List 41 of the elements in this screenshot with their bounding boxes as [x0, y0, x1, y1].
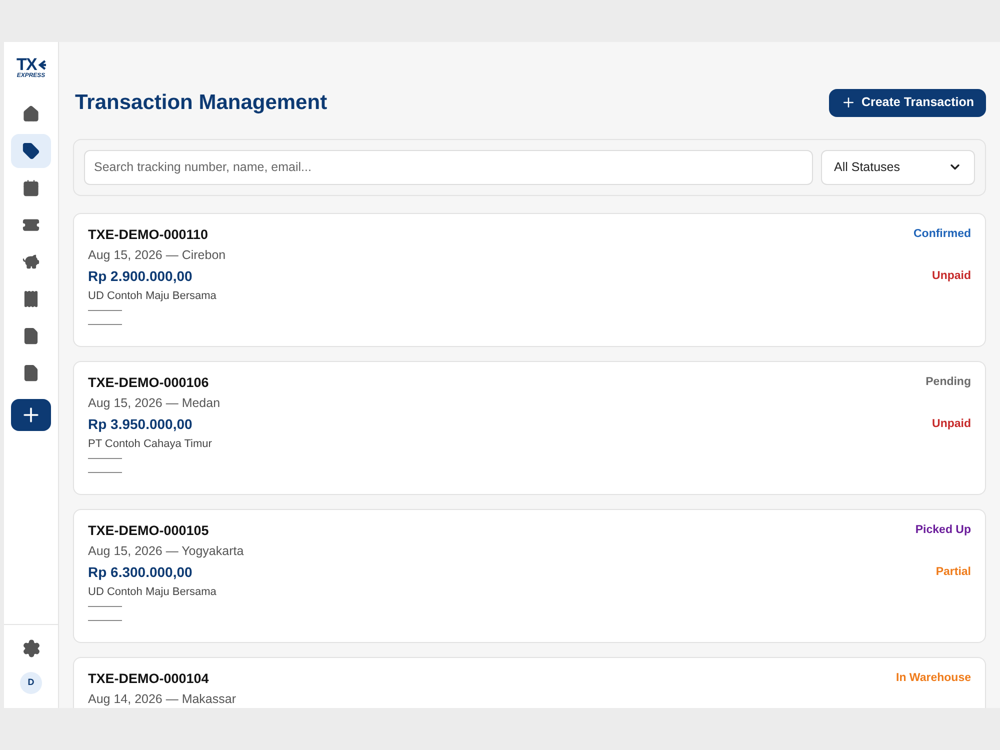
date-city: Aug 14, 2026 — Makassar: [88, 690, 236, 706]
receipt-icon: [22, 290, 40, 308]
status-label: In Warehouse: [896, 670, 971, 686]
date-city: Aug 15, 2026 — Medan: [88, 394, 220, 410]
amount: Rp 2.900.000,00: [88, 266, 194, 284]
status-label: Confirmed: [914, 226, 971, 242]
tag-icon: [22, 142, 40, 160]
tracking-number: TXE-DEMO-000104: [88, 670, 210, 688]
logo-text: TX: [16, 56, 37, 73]
tracking-number: TXE-DEMO-000106: [88, 374, 210, 392]
tracking-number: TXE-DEMO-000110: [88, 226, 210, 244]
transaction-card[interactable]: TXE-DEMO-000104 Aug 14, 2026 — Makassar In Warehouse: [73, 656, 986, 708]
house-icon: [22, 105, 40, 123]
transaction-card[interactable]: TXE-DEMO-000105 Aug 15, 2026 — Yogyakarta Rp 6.300.000,00 UD Contoh Maju Bersama Picked Up Partial: [73, 508, 986, 642]
create-transaction-button[interactable]: Create Transaction: [829, 88, 986, 117]
transaction-card[interactable]: TXE-DEMO-000106 Aug 15, 2026 — Medan Rp 3.950.000,00 PT Contoh Cahaya Timur Pending Unpaid: [73, 360, 986, 494]
status-label: Picked Up: [915, 522, 971, 538]
payment-label: Unpaid: [932, 268, 971, 284]
nav-item[interactable]: [11, 134, 51, 168]
status-dropdown[interactable]: All Statuses: [821, 150, 975, 184]
date-city: Aug 15, 2026 — Yogyakarta: [88, 542, 244, 558]
status-label: Pending: [926, 374, 971, 390]
amount: Rp 6.300.000,00: [88, 562, 194, 580]
payment-label: Partial: [936, 564, 971, 580]
piggy-bank-icon: [22, 253, 40, 271]
page-title: Transaction Management: [75, 90, 328, 116]
search-field[interactable]: Search tracking number, name, email...: [84, 150, 813, 184]
date-city: Aug 15, 2026 — Cirebon: [88, 246, 226, 262]
plus-icon: [841, 95, 856, 110]
tracking-number: TXE-DEMO-000105: [88, 522, 210, 540]
arrow-icon: [36, 58, 46, 70]
payment-label: Unpaid: [932, 416, 971, 432]
customer-name: PT Contoh Cahaya Timur: [88, 436, 213, 450]
transaction-card[interactable]: TXE-DEMO-000110 Aug 15, 2026 — Cirebon Rp 2.900.000,00 UD Contoh Maju Bersama Confirmed Unpaid: [73, 212, 986, 346]
settings-icon[interactable]: [22, 639, 40, 658]
avatar[interactable]: D: [20, 672, 42, 694]
customer-name: UD Contoh Maju Bersama: [88, 584, 218, 598]
add-button[interactable]: [11, 399, 51, 431]
customer-name: UD Contoh Maju Bersama: [88, 288, 218, 302]
amount: Rp 3.950.000,00: [88, 414, 194, 432]
ticket-icon: [22, 216, 40, 234]
